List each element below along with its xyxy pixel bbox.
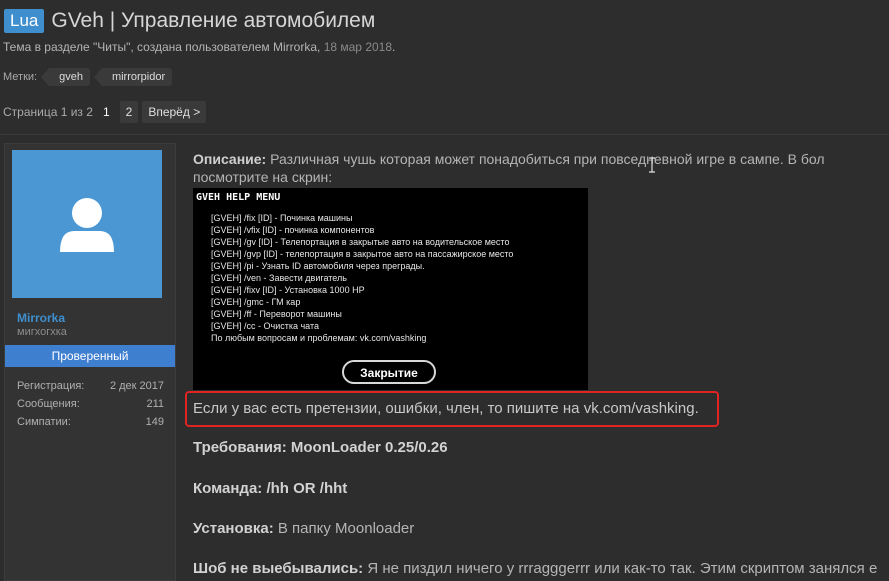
- help-line: [GVEH] /gv [ID] - Телепортация в закрыты…: [211, 237, 510, 247]
- help-line: По любым вопросам и проблемам: vk.com/va…: [211, 333, 427, 343]
- requirements-line: Требования: MoonLoader 0.25/0.26: [193, 439, 448, 456]
- install-text: В папку Moonloader: [273, 520, 415, 537]
- stat-value: 149: [145, 416, 164, 428]
- install-line: Установка: В папку Moonloader: [193, 520, 414, 537]
- highlight-text: Если у вас есть претензии, ошибки, член,…: [193, 400, 699, 417]
- stat-value[interactable]: 211: [146, 398, 164, 416]
- help-menu-screenshot[interactable]: GVEH HELP MENU [GVEH] /fix [ID] - Починк…: [193, 188, 588, 390]
- thread-title: GVeh | Управление автомобилем: [51, 9, 376, 32]
- help-line: [GVEH] /gvp [ID] - телепортация в закрыт…: [211, 249, 514, 259]
- divider: [0, 134, 889, 135]
- help-line: [GVEH] /gmc - ГМ кар: [211, 297, 301, 307]
- help-menu-title: GVEH HELP MENU: [196, 192, 281, 203]
- verified-badge: Проверенный: [5, 345, 175, 367]
- help-line: [GVEH] /pi - Узнать ID автомобиля через …: [211, 261, 425, 271]
- help-line: [GVEH] /fixv [ID] - Установка 1000 HP: [211, 285, 365, 295]
- shob-line: Шоб не выебывались: Я не пиздил ничего у…: [193, 560, 877, 577]
- next-page-button[interactable]: Вперёд >: [142, 101, 207, 123]
- tag-mirrorpidor[interactable]: mirrorpidor: [93, 68, 173, 86]
- thread-prefix-badge[interactable]: Lua: [4, 9, 45, 33]
- command-line: Команда: /hh OR /hht: [193, 480, 347, 497]
- help-line: [GVEH] /ven - Завести двигатель: [211, 273, 347, 283]
- shob-text: Я не пиздил ничего у rrragggerrr или как…: [363, 560, 878, 577]
- tags-label: Метки:: [3, 71, 38, 83]
- thread-title-row: Lua GVeh | Управление автомобилем: [4, 9, 375, 33]
- user-sidebar: Mirrorka мигхогхка Проверенный Регистрац…: [4, 143, 176, 581]
- description-line-2: посмотрите на скрин:: [193, 169, 333, 185]
- avatar[interactable]: [12, 150, 162, 298]
- tags-row: Метки: gveh mirrorpidor: [3, 68, 173, 86]
- help-line: [GVEH] /cc - Очистка чата: [211, 321, 320, 331]
- thread-meta-end: .: [392, 40, 396, 54]
- thread-meta: Тема в разделе "Читы", создана пользоват…: [3, 40, 395, 54]
- stat-messages: Сообщения: 211: [17, 398, 164, 416]
- username-link[interactable]: Mirrorka: [17, 311, 65, 325]
- install-label: Установка:: [193, 520, 274, 537]
- help-line: [GVEH] /fix [ID] - Починка машины: [211, 213, 353, 223]
- tag-gveh[interactable]: gveh: [41, 68, 90, 86]
- stat-value: 2 дек 2017: [109, 380, 164, 392]
- help-close-button: Закрытие: [342, 360, 436, 384]
- post-content: Описание: Различная чушь которая может п…: [193, 150, 889, 186]
- stat-label: Регистрация:: [17, 380, 85, 392]
- pagination-text: Страница 1 из 2: [3, 105, 93, 119]
- pagination: Страница 1 из 2 1 2 Вперёд >: [3, 101, 207, 123]
- command-text: Команда: /hh OR /hht: [193, 480, 348, 497]
- user-silhouette-icon: [60, 198, 114, 252]
- text-cursor-icon: [649, 157, 655, 173]
- stat-label: Сообщения:: [17, 398, 80, 410]
- help-line: [GVEH] /vfix [ID] - починка компонентов: [211, 225, 375, 235]
- description-label: Описание:: [193, 151, 267, 167]
- page-1-button[interactable]: 1: [96, 101, 116, 123]
- description-text: Различная чушь которая может понадобитьс…: [266, 151, 825, 167]
- thread-meta-text: Тема в разделе "Читы", создана пользоват…: [3, 40, 321, 54]
- thread-date[interactable]: 18 мар 2018: [324, 40, 392, 54]
- user-title: мигхогхка: [17, 326, 67, 338]
- user-stats: Регистрация: 2 дек 2017 Сообщения: 211 С…: [17, 380, 164, 434]
- shob-label: Шоб не выебывались:: [193, 560, 364, 577]
- description-line: Описание: Различная чушь которая может п…: [193, 150, 889, 168]
- stat-label: Симпатии:: [17, 416, 71, 428]
- requirements-text: Требования: MoonLoader 0.25/0.26: [193, 439, 448, 456]
- page-2-button[interactable]: 2: [119, 101, 139, 123]
- stat-likes: Симпатии: 149: [17, 416, 164, 434]
- help-line: [GVEH] /ff - Переворот машины: [211, 309, 342, 319]
- help-command-list: [GVEH] /fix [ID] - Починка машины [GVEH]…: [211, 212, 513, 344]
- stat-registration: Регистрация: 2 дек 2017: [17, 380, 164, 398]
